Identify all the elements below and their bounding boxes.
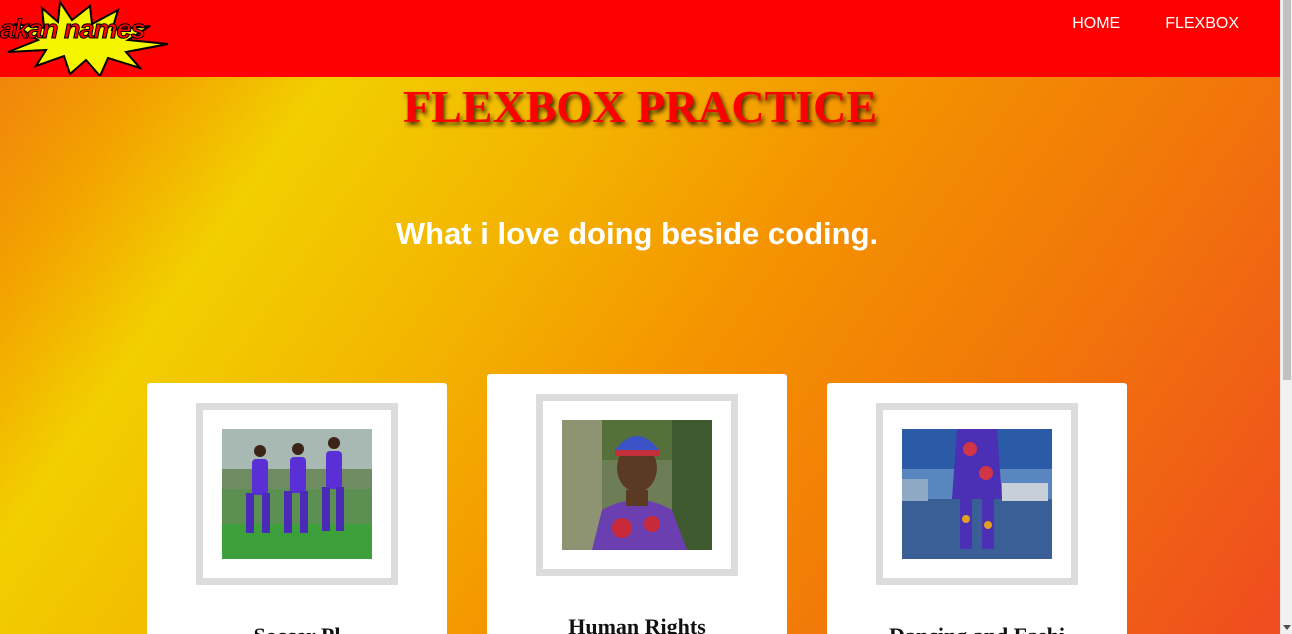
vertical-scrollbar[interactable] (1280, 0, 1292, 634)
card-soccer: Soccer Pl (147, 383, 447, 634)
nav-link-home[interactable]: HOME (1072, 15, 1120, 33)
scroll-down-arrow-icon[interactable] (1283, 625, 1291, 630)
photo-frame (196, 403, 398, 585)
nav-link-flexbox[interactable]: FLEXBOX (1165, 15, 1239, 33)
card-title: Human Rights (568, 614, 706, 634)
card-dancing-fashion: Dancing and Fashi (827, 383, 1127, 634)
human-rights-portrait-photo (562, 420, 712, 550)
nav-links: HOME FLEXBOX (1072, 15, 1239, 33)
photo-frame (876, 403, 1078, 585)
subtitle: What i love doing beside coding. (395, 216, 879, 251)
logo[interactable]: akan names (0, 0, 175, 76)
scrollbar-thumb[interactable] (1283, 0, 1291, 380)
card-human-rights: Human Rights (487, 374, 787, 634)
soccer-players-photo (222, 429, 372, 559)
card-title: Soccer Pl (147, 623, 447, 634)
navbar: akan names HOME FLEXBOX (0, 0, 1280, 77)
photo-frame (536, 394, 738, 576)
fashion-dancer-photo (902, 429, 1052, 559)
page-title: FLEXBOX PRACTICE (402, 81, 878, 132)
logo-text: akan names (0, 14, 146, 45)
card-title: Dancing and Fashi (827, 623, 1127, 634)
